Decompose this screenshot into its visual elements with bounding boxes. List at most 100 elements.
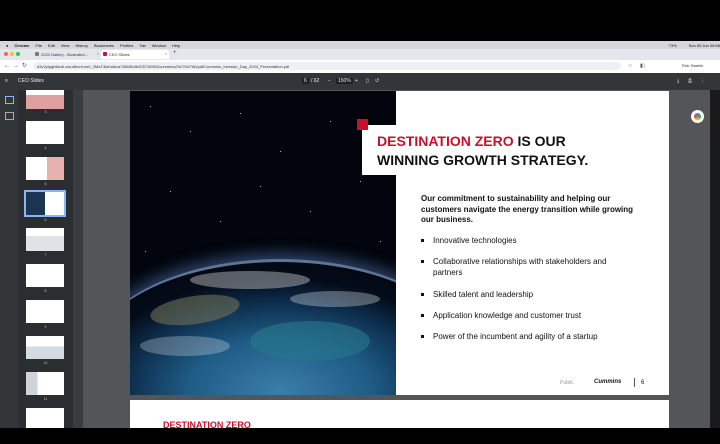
menu-edit[interactable]: Edit	[48, 43, 55, 48]
reload-icon[interactable]: ↻	[22, 62, 27, 70]
page-thumbnail[interactable]	[26, 90, 64, 109]
earth-image	[130, 91, 396, 395]
menu-file[interactable]: File	[36, 43, 42, 48]
menu-help[interactable]: Help	[172, 43, 180, 48]
classification-label: Public	[560, 380, 574, 386]
earth-clouds	[140, 336, 230, 356]
bullet-text: Skilled talent and leadership	[433, 290, 534, 299]
page-thumbnail[interactable]	[26, 121, 64, 144]
cummins-logo: Cummins	[594, 379, 622, 385]
print-icon[interactable]: ⎙	[688, 78, 692, 84]
tab-label: CEO Slides	[109, 52, 130, 57]
thumbnail-number: 11	[43, 397, 48, 401]
new-tab-plus-icon[interactable]: +	[173, 50, 177, 56]
page-thumbnail[interactable]	[26, 408, 64, 428]
title-red-text: DESTINATION ZERO	[377, 133, 514, 149]
window-zoom-icon[interactable]	[16, 52, 20, 56]
screen-bottom-edge	[0, 428, 720, 444]
bullet-square-icon	[421, 314, 424, 317]
tab-gallery[interactable]: 2024 Gallery - Illustrated... ×	[33, 50, 101, 59]
address-bar[interactable]: d3v2ytpgb6sub.cloudfront.net/_2MaT3ia0dd…	[33, 62, 621, 70]
bullet-text: Collaborative relationships with stakeho…	[433, 257, 607, 277]
tab-favicon-icon	[103, 52, 107, 56]
bullet-item: Power of the incumbent and agility of a …	[421, 332, 631, 343]
tab-label: 2024 Gallery - Illustrated...	[41, 52, 88, 57]
red-accent-square	[357, 119, 368, 130]
menu-window[interactable]: Window	[152, 43, 166, 48]
title-black-text: IS OUR	[513, 133, 566, 149]
menu-profiles[interactable]: Profiles	[120, 43, 133, 48]
menu-clock[interactable]: Sun 09 Jun 08:58	[689, 43, 720, 48]
extensions-icon[interactable]: ◧	[640, 62, 645, 70]
tab-close-icon[interactable]: ×	[165, 51, 167, 56]
bullet-item: Collaborative relationships with stakeho…	[421, 257, 631, 278]
bullet-text: Innovative technologies	[433, 236, 517, 245]
lead-paragraph: Our commitment to sustainability and hel…	[421, 194, 634, 224]
slide-title-line1: DESTINATION ZERO IS OUR	[377, 133, 566, 149]
download-icon[interactable]: ⤓	[677, 78, 679, 84]
forward-arrow-icon[interactable]: →	[13, 62, 19, 70]
browser-toolbar: ← → ↻ d3v2ytpgb6sub.cloudfront.net/_2MaT…	[0, 60, 720, 74]
right-rail	[688, 90, 710, 428]
page-thumbnail[interactable]	[26, 372, 64, 395]
apple-icon[interactable]: ●	[6, 43, 8, 48]
panel-scrollbar[interactable]	[73, 90, 83, 428]
thumbnail-number: 5	[44, 182, 47, 186]
thumbnail-number: 4	[44, 146, 47, 150]
battery-status[interactable]: 73%	[669, 43, 677, 48]
pdf-title: CEO Slides	[18, 78, 44, 84]
assistant-icon	[694, 113, 701, 120]
tab-ceo-slides[interactable]: CEO Slides ×	[101, 50, 169, 59]
bookmark-star-icon[interactable]: ☆	[628, 62, 632, 70]
next-slide-page: DESTINATION ZERO	[130, 400, 669, 428]
menu-bookmarks[interactable]: Bookmarks	[94, 43, 114, 48]
bullet-square-icon	[421, 239, 424, 242]
tab-favicon-icon	[35, 52, 39, 56]
bullet-square-icon	[421, 335, 424, 338]
window-minimize-icon[interactable]	[10, 52, 14, 56]
page-thumbnail[interactable]	[26, 300, 64, 323]
zoom-level-input[interactable]: 150%	[336, 78, 353, 84]
page-thumbnail[interactable]	[26, 228, 64, 251]
thumbnail-number: 7	[44, 253, 47, 257]
rotate-icon[interactable]: ↺	[375, 78, 379, 84]
thumbnail-number: 9	[44, 325, 47, 329]
earth-ocean	[250, 321, 370, 361]
fit-page-icon[interactable]: ▯	[366, 78, 369, 84]
bullet-item: Skilled talent and leadership	[421, 290, 631, 301]
more-options-icon[interactable]: ⋮	[700, 78, 705, 84]
menu-view[interactable]: View	[61, 43, 70, 48]
thumbnail-panel[interactable]: 3 4 5 6 7 8 9 10 11	[18, 90, 73, 428]
footer-divider	[634, 378, 635, 387]
pdf-sidebar-rail	[0, 90, 18, 428]
bullet-item: Innovative technologies	[421, 236, 631, 247]
page-thumbnail[interactable]	[26, 336, 64, 359]
slide-title-line2: WINNING GROWTH STRATEGY.	[377, 152, 589, 168]
mac-menu-bar: ● Chrome File Edit View History Bookmark…	[0, 41, 720, 49]
profile-name[interactable]: Rob Swelek	[682, 63, 703, 68]
bullet-square-icon	[421, 293, 424, 296]
zoom-out-icon[interactable]: −	[328, 78, 331, 84]
assistant-button[interactable]	[691, 110, 704, 123]
bullet-square-icon	[421, 260, 424, 263]
page-thumbnail[interactable]	[26, 157, 64, 180]
back-arrow-icon[interactable]: ←	[4, 62, 10, 70]
menu-app-name[interactable]: Chrome	[14, 43, 29, 48]
menu-history[interactable]: History	[76, 43, 88, 48]
bullet-text: Power of the incumbent and agility of a …	[433, 332, 598, 341]
outline-view-icon[interactable]	[5, 112, 14, 120]
thumbnail-number: 8	[44, 289, 47, 293]
slide-page: DESTINATION ZERO IS OUR WINNING GROWTH S…	[130, 91, 669, 395]
menu-tab[interactable]: Tab	[139, 43, 145, 48]
pdf-toolbar: ≡ CEO Slides 6 / 62 − 150% + ▯ ↺ ⤓ ⎙ ⋮	[0, 73, 720, 90]
pdf-menu-icon[interactable]: ≡	[5, 78, 8, 84]
zoom-in-icon[interactable]: +	[355, 78, 358, 84]
window-close-icon[interactable]	[4, 52, 8, 56]
bullet-text: Application knowledge and customer trust	[433, 311, 582, 320]
page-thumbnail[interactable]	[26, 264, 64, 287]
thumbnails-view-icon[interactable]	[5, 96, 14, 104]
page-thumbnail-selected[interactable]	[24, 190, 66, 217]
tab-close-icon[interactable]: ×	[97, 51, 99, 56]
page-number-input[interactable]: 6	[302, 78, 309, 84]
thumbnail-number: 3	[44, 110, 47, 114]
